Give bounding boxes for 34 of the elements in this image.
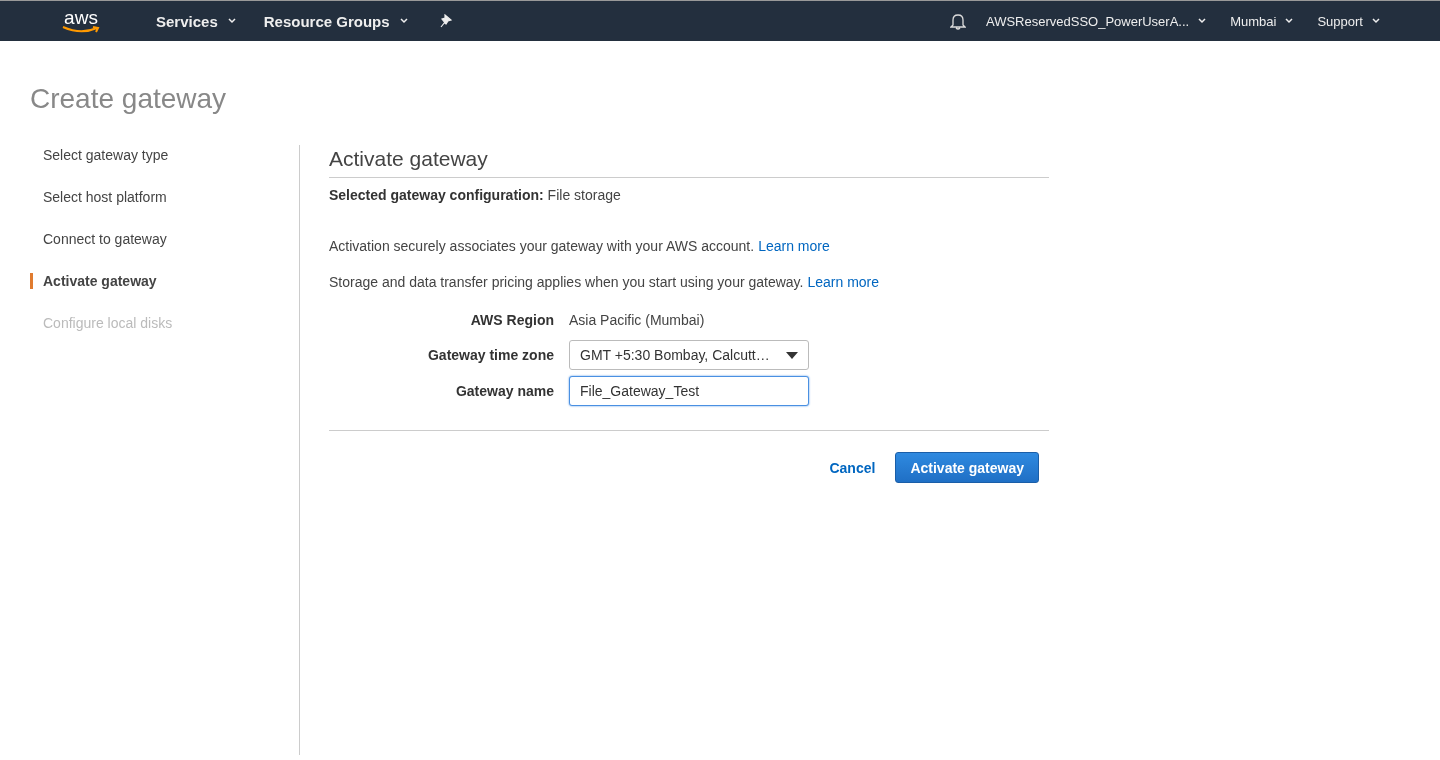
input-field[interactable]: File_Gateway_Test xyxy=(569,376,809,406)
caret-icon xyxy=(1372,18,1380,24)
page-title: Create gateway xyxy=(30,83,228,116)
nav-menu[interactable]: Support xyxy=(1317,13,1380,29)
field-label: Gateway time zone xyxy=(426,347,554,363)
time-zone-dropdown[interactable]: GMT +5:30 Bombay, Calcutt… xyxy=(569,340,809,370)
logo[interactable]: aws xyxy=(64,8,98,26)
caret-icon xyxy=(227,18,236,24)
field-label: AWS Region xyxy=(469,312,554,328)
caret-icon xyxy=(1285,18,1294,24)
step-link[interactable]: Connect to gateway xyxy=(30,231,299,273)
step-link[interactable]: Activate gateway xyxy=(30,273,299,289)
step-link[interactable]: Select host platform xyxy=(30,189,299,231)
caret-icon xyxy=(786,351,798,359)
info-text: Storage and data transfer pricing applies when you start using your gateway. Learn more xyxy=(329,274,881,290)
bell-icon[interactable] xyxy=(949,12,966,30)
info-text: Activation securely associates your gateway with your AWS account. Learn more xyxy=(329,238,831,254)
field-value: Asia Pacific (Mumbai) xyxy=(569,311,706,330)
step-link[interactable]: Select gateway type xyxy=(30,147,299,189)
nav-menu[interactable]: AWSReservedSSO_PowerUserA... xyxy=(985,13,1207,29)
nav-menu[interactable]: Mumbai xyxy=(1230,13,1294,29)
learn-more-link[interactable]: Learn more xyxy=(758,238,830,254)
configuration-text: Selected gateway configuration: File storage xyxy=(329,187,622,203)
caret-icon xyxy=(399,18,408,24)
nav-menu[interactable]: Resource Groups xyxy=(263,12,408,30)
pin-icon[interactable] xyxy=(439,14,454,28)
cancel-button[interactable]: Cancel xyxy=(823,458,882,477)
activate-gateway-button[interactable]: Activate gateway xyxy=(895,452,1039,483)
caret-icon xyxy=(1198,18,1207,24)
learn-more-link[interactable]: Learn more xyxy=(807,274,880,290)
section-title: Activate gateway xyxy=(329,147,1049,178)
smile-arrow-icon xyxy=(60,25,102,34)
field-label: Gateway name xyxy=(454,383,554,399)
nav-menu[interactable]: Services xyxy=(156,12,236,30)
